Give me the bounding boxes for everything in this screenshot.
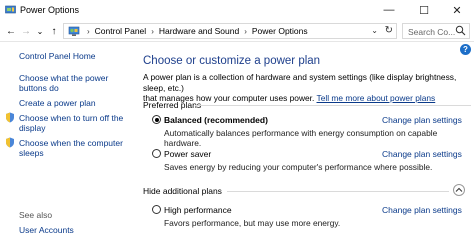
breadcrumb-hardware-and-sound[interactable]: Hardware and Sound [159, 26, 239, 36]
plan-description-high-performance: Favors performance, but may use more ene… [164, 218, 341, 228]
chevron-up-icon [455, 187, 463, 192]
breadcrumb-control-panel[interactable]: Control Panel [95, 26, 147, 36]
change-plan-settings-power-saver[interactable]: Change plan settings [382, 149, 462, 159]
minimize-button[interactable]: — [372, 0, 406, 20]
sidebar-link-label: Choose what the power [19, 73, 109, 83]
sidebar-link-label: buttons do [19, 83, 59, 93]
sidebar-link-label: sleeps [19, 148, 44, 158]
collapse-chevron-icon[interactable] [453, 184, 465, 196]
breadcrumb-separator: › [87, 26, 90, 36]
change-plan-settings-balanced[interactable]: Change plan settings [382, 115, 462, 125]
plan-description-balanced: Automatically balances performance with … [164, 128, 438, 148]
recent-locations-button[interactable]: ⌄ [33, 23, 47, 39]
power-saver-radio[interactable] [152, 149, 161, 158]
search-placeholder: Search Co... [408, 27, 456, 37]
divider [227, 191, 449, 192]
plan-name-balanced[interactable]: Balanced (recommended) [164, 115, 268, 125]
sidebar-link-label: display [19, 123, 46, 133]
search-icon[interactable] [455, 25, 466, 36]
plan-name-power-saver[interactable]: Power saver [164, 149, 211, 159]
main-content: Choose or customize a power plan A power… [143, 43, 474, 248]
window-title: Power Options [20, 5, 80, 15]
page-description: A power plan is a collection of hardware… [143, 72, 468, 104]
control-panel-icon [68, 26, 80, 36]
divider [195, 105, 471, 106]
balanced-radio[interactable] [152, 115, 161, 124]
shield-icon [6, 112, 14, 123]
sidebar-link-label: Choose when the computer [19, 138, 123, 148]
breadcrumb-power-options[interactable]: Power Options [252, 26, 308, 36]
breadcrumb-separator: › [244, 26, 247, 36]
power-options-app-icon [5, 5, 16, 14]
description-text: A power plan is a collection of hardware… [143, 72, 457, 93]
sidebar-link-user-accounts[interactable]: User Accounts [19, 225, 74, 235]
plan-description-power-saver: Saves energy by reducing your computer's… [164, 162, 433, 172]
page-title: Choose or customize a power plan [143, 55, 321, 67]
plan-name-high-performance[interactable]: High performance [164, 205, 232, 215]
refresh-button[interactable]: ↻ [385, 25, 393, 36]
sidebar-link-power-buttons[interactable]: Choose what the power buttons do [19, 73, 108, 93]
high-performance-radio[interactable] [152, 205, 161, 214]
sidebar-link-create-plan[interactable]: Create a power plan [19, 98, 96, 108]
sidebar-link-control-panel-home[interactable]: Control Panel Home [19, 51, 96, 61]
see-also-heading: See also [19, 210, 53, 220]
breadcrumb-separator: › [151, 26, 154, 36]
search-box[interactable]: Search Co... [402, 23, 470, 39]
maximize-button[interactable]: ☐ [407, 0, 441, 20]
up-button[interactable]: ↑ [47, 23, 61, 39]
sidebar-link-label: Choose when to turn off the [19, 113, 124, 123]
shield-icon [6, 137, 14, 148]
left-sidebar: Control Panel Home Choose what the power… [0, 43, 135, 248]
navigation-bar: ← → ⌄ ↑ › Control Panel › Hardware and S… [0, 20, 474, 42]
forward-button[interactable]: → [19, 23, 33, 39]
address-bar[interactable]: › Control Panel › Hardware and Sound › P… [63, 23, 397, 39]
back-button[interactable]: ← [4, 23, 18, 39]
title-bar: Power Options — ☐ ✕ [0, 0, 474, 20]
change-plan-settings-high-performance[interactable]: Change plan settings [382, 205, 462, 215]
preferred-plans-heading: Preferred plans [143, 100, 202, 110]
sidebar-link-turn-off-display[interactable]: Choose when to turn off the display [19, 113, 123, 133]
close-button[interactable]: ✕ [440, 0, 474, 20]
hide-additional-plans-heading[interactable]: Hide additional plans [143, 186, 222, 196]
tell-me-more-link[interactable]: Tell me more about power plans [317, 93, 436, 103]
sidebar-link-computer-sleeps[interactable]: Choose when the computer sleeps [19, 138, 123, 158]
address-dropdown-button[interactable]: ⌄ [371, 26, 378, 35]
